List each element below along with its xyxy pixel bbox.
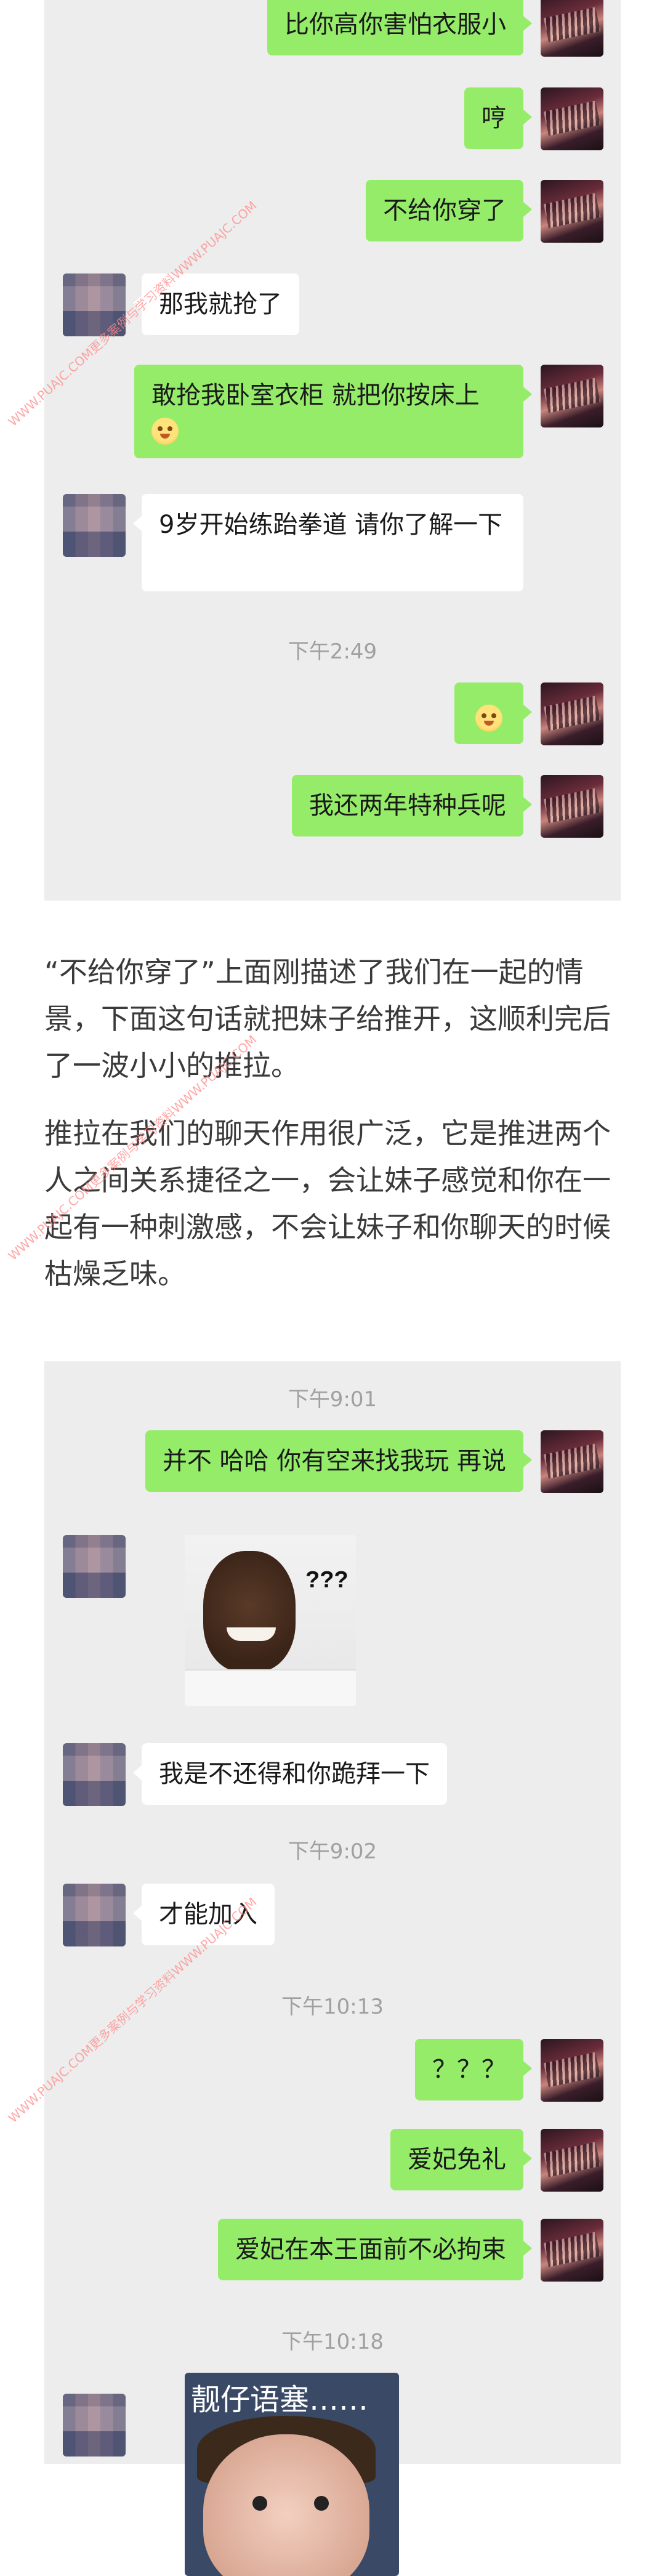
chat-screenshot-2: 下午9:01 并不 哈哈 你有空来找我玩 再说 ??? 我是不还得和你跪拜一下 … bbox=[44, 1361, 621, 2576]
my-message-bubble[interactable]: 不给你穿了 bbox=[366, 180, 532, 241]
my-message-bubble[interactable]: 比你高你害怕衣服小 bbox=[267, 0, 532, 55]
cookie-emoji-icon bbox=[151, 418, 179, 445]
message-text: 爱妃免礼 bbox=[408, 2145, 506, 2174]
her-avatar[interactable] bbox=[63, 494, 126, 557]
message-text: 那我就抢了 bbox=[159, 290, 282, 318]
her-avatar[interactable] bbox=[63, 1535, 126, 1598]
her-message-bubble[interactable]: 9岁开始练跆拳道 请你了解一下 bbox=[133, 494, 523, 591]
her-avatar[interactable] bbox=[63, 1743, 126, 1806]
my-message-bubble[interactable]: 爱妃在本王面前不必拘束 bbox=[218, 2219, 532, 2280]
article-paragraph-1: “不给你穿了”上面刚描述了我们在一起的情景，下面这句话就把妹子给推开，这顺利完后… bbox=[44, 955, 611, 1082]
my-message-bubble[interactable]: 爱妃免礼 bbox=[390, 2129, 532, 2190]
sticker-question-marks: ??? bbox=[305, 1567, 349, 1593]
my-avatar[interactable] bbox=[541, 365, 603, 427]
message-text: 比你高你害怕衣服小 bbox=[284, 10, 506, 39]
message-text: 并不 哈哈 你有空来找我玩 再说 bbox=[162, 1447, 506, 1475]
timestamp: 下午9:02 bbox=[288, 1839, 377, 1864]
sticker-head bbox=[203, 1551, 296, 1672]
confused-man-sticker[interactable]: ??? bbox=[185, 1535, 356, 1706]
chat-screenshot-1: 比你高你害怕衣服小 哼 不给你穿了 那我就抢了 敢抢我卧室衣柜 就把你按床上 9… bbox=[44, 0, 621, 901]
timestamp: 下午10:18 bbox=[281, 2330, 384, 2354]
sticker-smile bbox=[227, 1627, 276, 1641]
sticker-face bbox=[203, 2434, 369, 2576]
my-avatar[interactable] bbox=[541, 775, 603, 838]
sticker-eye bbox=[314, 2496, 329, 2511]
timestamp: 下午9:01 bbox=[288, 1387, 377, 1412]
sticker-eye bbox=[252, 2496, 267, 2511]
message-text: 我还两年特种兵呢 bbox=[309, 792, 506, 820]
my-avatar[interactable] bbox=[541, 180, 603, 243]
message-text: 爱妃在本王面前不必拘束 bbox=[235, 2235, 506, 2264]
my-message-bubble[interactable]: 敢抢我卧室衣柜 就把你按床上 bbox=[134, 365, 532, 458]
my-avatar[interactable] bbox=[541, 2129, 603, 2192]
my-avatar[interactable] bbox=[541, 1430, 603, 1493]
my-avatar[interactable] bbox=[541, 682, 603, 745]
sticker-shirt bbox=[185, 1669, 356, 1706]
message-text: 敢抢我卧室衣柜 就把你按床上 bbox=[151, 381, 480, 410]
my-message-bubble[interactable]: 并不 哈哈 你有空来找我玩 再说 bbox=[145, 1430, 533, 1492]
speechless-boy-sticker[interactable]: 靓仔语塞…… bbox=[185, 2373, 399, 2576]
sticker-caption: 靓仔语塞…… bbox=[191, 2383, 369, 2417]
her-avatar[interactable] bbox=[63, 2394, 126, 2457]
my-message-bubble[interactable]: 哼 bbox=[464, 87, 532, 149]
sneaky-face-emoji-icon bbox=[475, 705, 502, 732]
my-message-bubble[interactable]: 我还两年特种兵呢 bbox=[292, 775, 532, 836]
message-text: 9岁开始练跆拳道 请你了解一下 bbox=[159, 511, 503, 539]
my-message-bubble[interactable]: ？？？ bbox=[415, 2039, 532, 2100]
my-avatar[interactable] bbox=[541, 2219, 603, 2282]
my-avatar[interactable] bbox=[541, 87, 603, 150]
message-text: 哼 bbox=[482, 104, 506, 132]
message-text: 我是不还得和你跪拜一下 bbox=[159, 1760, 430, 1788]
my-avatar[interactable] bbox=[541, 0, 603, 57]
my-message-bubble[interactable] bbox=[454, 682, 532, 744]
my-avatar[interactable] bbox=[541, 2039, 603, 2102]
article-text: “不给你穿了”上面刚描述了我们在一起的情景，下面这句话就把妹子给推开，这顺利完后… bbox=[44, 949, 621, 1297]
timestamp: 下午2:49 bbox=[288, 639, 377, 664]
message-text: 不给你穿了 bbox=[383, 196, 506, 225]
her-avatar[interactable] bbox=[63, 1884, 126, 1946]
her-message-bubble[interactable]: 我是不还得和你跪拜一下 bbox=[133, 1743, 447, 1805]
message-text: ？？？ bbox=[432, 2056, 506, 2084]
